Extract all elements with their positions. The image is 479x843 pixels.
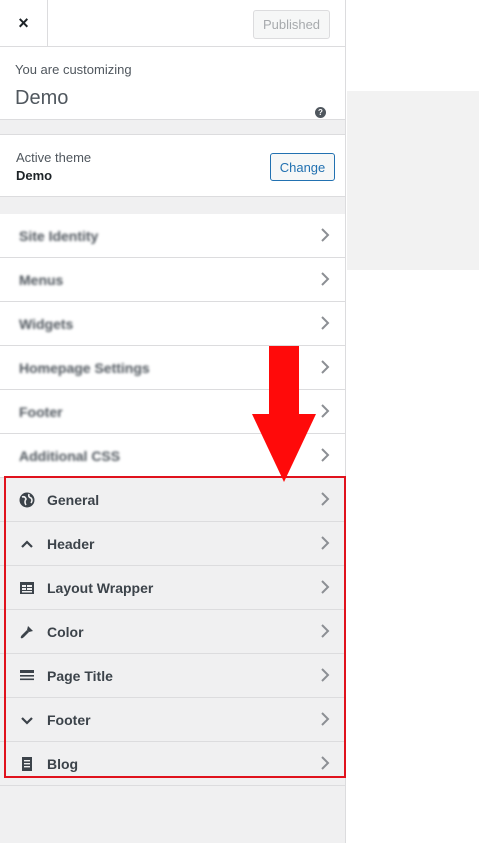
- globe-icon: [19, 492, 35, 508]
- chevron-down-icon: [21, 717, 33, 725]
- section-label: Widgets: [19, 316, 74, 332]
- section-list: Site Identity Menus Widgets Homepage Set…: [0, 214, 345, 786]
- layout-icon: [20, 582, 34, 594]
- chevron-right-icon: [321, 448, 330, 462]
- section-header[interactable]: Header: [0, 522, 345, 566]
- section-label: Site Identity: [19, 228, 99, 244]
- chevron-right-icon: [321, 536, 330, 550]
- section-layout-wrapper[interactable]: Layout Wrapper: [0, 566, 345, 610]
- section-site-identity[interactable]: Site Identity: [0, 214, 345, 258]
- section-page-title[interactable]: Page Title: [0, 654, 345, 698]
- change-theme-button[interactable]: Change: [270, 153, 335, 181]
- site-title: Demo: [15, 87, 69, 109]
- publish-button[interactable]: Published: [253, 10, 330, 39]
- close-button[interactable]: ×: [0, 0, 48, 46]
- chevron-right-icon: [321, 580, 330, 594]
- active-theme-panel: Active theme Demo Change: [0, 134, 345, 197]
- section-label: General: [47, 492, 100, 508]
- section-label: Header: [47, 536, 95, 552]
- chevron-right-icon: [321, 404, 330, 418]
- section-general[interactable]: General: [0, 478, 345, 522]
- section-label: Footer: [47, 712, 91, 728]
- paint-brush-icon: [20, 626, 33, 639]
- section-footer-plugin[interactable]: Footer: [0, 698, 345, 742]
- chevron-right-icon: [321, 228, 330, 242]
- preview-placeholder: [347, 91, 479, 270]
- section-color[interactable]: Color: [0, 610, 345, 654]
- chevron-right-icon: [321, 712, 330, 726]
- chevron-right-icon: [321, 360, 330, 374]
- section-blog[interactable]: Blog: [0, 742, 345, 786]
- page-title-icon: [20, 670, 34, 681]
- section-widgets[interactable]: Widgets: [0, 302, 345, 346]
- chevron-right-icon: [321, 756, 330, 770]
- red-arrow-annotation: [252, 346, 316, 482]
- section-label: Homepage Settings: [19, 360, 150, 376]
- help-icon[interactable]: ?: [315, 107, 326, 118]
- book-icon: [22, 757, 32, 771]
- chevron-right-icon: [321, 272, 330, 286]
- customize-info: You are customizing Demo ?: [0, 47, 345, 120]
- section-label: Page Title: [47, 668, 113, 684]
- section-label: Blog: [47, 756, 79, 772]
- chevron-right-icon: [321, 668, 330, 682]
- customizing-label: You are customizing: [15, 62, 132, 77]
- chevron-right-icon: [321, 492, 330, 506]
- section-label: Footer: [19, 404, 63, 420]
- section-label: Menus: [19, 272, 64, 288]
- section-label: Color: [47, 624, 84, 640]
- active-theme-label: Active theme: [16, 150, 92, 165]
- chevron-right-icon: [321, 316, 330, 330]
- chevron-right-icon: [321, 624, 330, 638]
- chevron-up-icon: [21, 540, 33, 548]
- active-theme-name: Demo: [16, 168, 53, 183]
- section-label: Layout Wrapper: [47, 580, 154, 596]
- customizer-header: × Published: [0, 0, 345, 47]
- section-label: Additional CSS: [19, 448, 121, 464]
- section-menus[interactable]: Menus: [0, 258, 345, 302]
